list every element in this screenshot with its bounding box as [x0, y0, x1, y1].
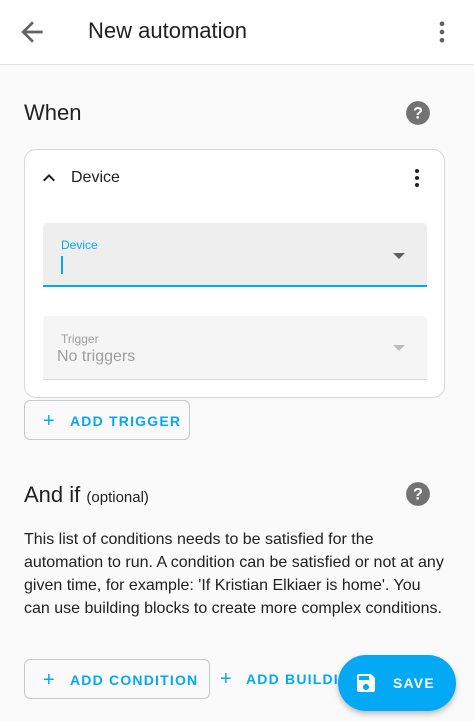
add-condition-button[interactable]: + ADD CONDITION	[24, 659, 210, 699]
trigger-field-label: Trigger	[61, 332, 99, 346]
trigger-select-field: Trigger No triggers	[43, 316, 427, 380]
more-vert-icon[interactable]	[428, 18, 456, 46]
svg-text:?: ?	[413, 104, 423, 122]
caret-down-icon	[393, 345, 405, 351]
and-if-title: And if	[24, 482, 81, 507]
add-trigger-button[interactable]: + ADD TRIGGER	[24, 400, 190, 440]
svg-text:?: ?	[413, 485, 423, 503]
save-icon	[357, 674, 375, 692]
optional-label: (optional)	[86, 489, 149, 506]
caret-down-icon[interactable]	[393, 253, 405, 259]
add-trigger-label: ADD TRIGGER	[70, 413, 182, 429]
add-condition-label: ADD CONDITION	[70, 672, 199, 688]
help-icon[interactable]: ?	[405, 481, 431, 507]
plus-icon: +	[220, 668, 233, 690]
chevron-up-icon[interactable]	[37, 166, 61, 190]
trigger-field-value: No triggers	[57, 348, 136, 365]
plus-icon: +	[43, 410, 56, 432]
trigger-card: Device Device Trigger No triggers	[24, 149, 445, 398]
help-icon[interactable]: ?	[405, 100, 431, 126]
more-vert-icon[interactable]	[405, 164, 429, 192]
save-button[interactable]: SAVE	[338, 655, 456, 711]
conditions-description: This list of conditions needs to be sati…	[24, 531, 444, 617]
arrow-left-icon[interactable]	[16, 16, 48, 48]
device-select-field[interactable]: Device	[43, 223, 427, 287]
top-app-bar: New automation	[0, 0, 474, 65]
page-title: New automation	[88, 18, 247, 43]
device-field-label: Device	[61, 238, 98, 252]
plus-icon: +	[43, 669, 56, 691]
trigger-card-title: Device	[71, 169, 120, 186]
and-if-heading: And if (optional)	[24, 482, 149, 508]
save-label: SAVE	[393, 675, 435, 691]
text-cursor	[61, 256, 63, 274]
when-heading: When	[24, 100, 82, 125]
